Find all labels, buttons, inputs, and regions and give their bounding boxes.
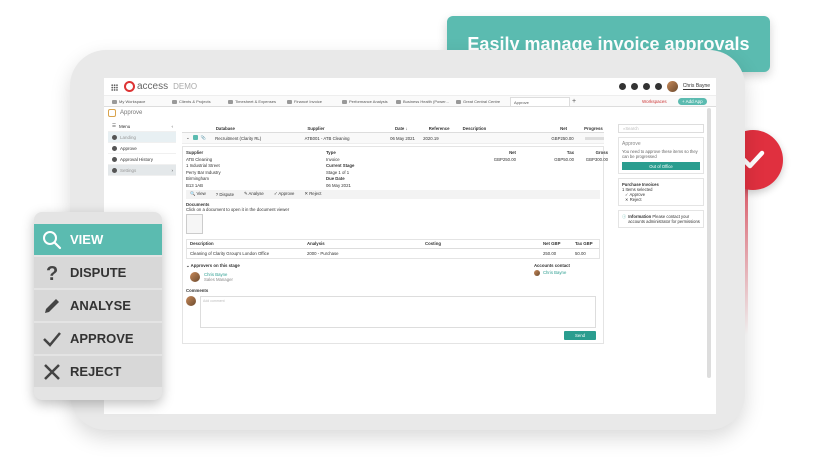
folder-icon (228, 99, 233, 104)
attachment-icon: 📎 (200, 135, 206, 140)
approvers-section: ⌄ Approvers on this stage Chris Bayne Sal… (186, 263, 600, 282)
search-icon (43, 230, 62, 249)
add-app-button[interactable]: + Add App (678, 97, 707, 106)
user-avatar[interactable] (666, 81, 678, 92)
right-panel: ⌕ Search Approve You need to approve the… (618, 124, 704, 228)
folder-icon (456, 99, 461, 104)
panel-reject-action[interactable]: ✕ Reject (625, 197, 700, 202)
table-header: Database Supplier Date ↓ Reference Descr… (182, 124, 604, 133)
question-icon: ? (46, 263, 58, 283)
approve-button[interactable]: ✓ Approve (274, 191, 295, 197)
out-of-office-button[interactable]: Out of Office (622, 162, 700, 170)
contact-name[interactable]: Chris Bayne (543, 270, 566, 275)
info-icon: ⓘ (622, 214, 627, 219)
lines-header: Description Analysis Costing Net GBP Tax… (187, 240, 599, 249)
tab-my-workspace[interactable]: My Workspace (112, 97, 145, 106)
bell-icon[interactable] (642, 83, 650, 90)
logo-text: access (137, 81, 169, 92)
svg-text:?: ? (46, 263, 58, 283)
contact-avatar (533, 269, 540, 276)
access-logo: access DEMO (124, 81, 197, 92)
sidebar-item-approve[interactable]: Approve (108, 143, 176, 154)
tab-approve[interactable]: Approve (510, 97, 570, 106)
folder-icon (396, 99, 401, 104)
menu-item-analyse[interactable]: ANALYSE (34, 290, 162, 321)
tab-bar: My Workspace Clients & Projects Timeshee… (104, 96, 716, 107)
user-name[interactable]: Chris Bayne (682, 83, 710, 90)
purchase-invoices-card: Purchase Invoices 1 Items selected ✓ App… (618, 178, 704, 206)
menu-item-view[interactable]: VIEW (34, 224, 162, 255)
send-button[interactable]: Send (564, 330, 596, 340)
approver-avatar (190, 271, 200, 282)
folder-icon (342, 99, 347, 104)
approver-role: Sales Manager (204, 276, 233, 282)
chevron-down-icon[interactable]: ⌄ (186, 135, 190, 141)
main-content: Database Supplier Date ↓ Reference Descr… (182, 124, 608, 346)
approve-app-icon (108, 109, 116, 117)
hamburger-icon: ☰ (112, 123, 117, 128)
new-tab-button[interactable]: + (572, 97, 576, 106)
pencil-icon (45, 298, 59, 313)
top-right-actions: Chris Bayne (618, 81, 710, 92)
workspaces-button[interactable]: Workspaces (642, 97, 667, 106)
close-icon (44, 363, 60, 380)
scrollbar[interactable] (707, 108, 711, 378)
people-icon[interactable] (618, 83, 626, 90)
page-title: Approve (120, 110, 143, 116)
documents-hint: Click on a document to open it in the do… (186, 206, 290, 212)
invoice-details: Supplier Type Net Tax Gross ATB Cleaning… (182, 146, 608, 344)
sidebar-item-settings[interactable]: Settings › (108, 165, 176, 176)
check-icon (43, 331, 61, 347)
chevron-left-icon: ‹ (171, 123, 174, 129)
commenter-avatar (186, 295, 196, 306)
tab-performance[interactable]: Performance Analysis (342, 97, 388, 106)
check-circle-icon (112, 145, 117, 151)
sidebar: ☰ Menu ‹ Landing Approve Approval History … (108, 121, 176, 185)
approve-card: Approve You need to approve these items … (618, 137, 704, 174)
menu-item-approve[interactable]: APPROVE (34, 323, 162, 354)
table-row[interactable]: ⌄ 📎 Recruitment (Clarity RL) ATB001 - ATB… (182, 133, 604, 144)
tab-clients-projects[interactable]: Clients & Projects (172, 97, 211, 106)
megaphone-icon[interactable] (630, 83, 638, 90)
dispute-button[interactable]: ? Dispute (216, 192, 234, 197)
row-checkbox[interactable] (192, 135, 198, 140)
invoice-lines: Description Analysis Costing Net GBP Tax… (186, 238, 600, 259)
lines-row: Cleaning of Clarity Group's London Offic… (190, 250, 586, 256)
tab-business-health[interactable]: Business Health (Power... (396, 97, 449, 106)
history-icon (112, 156, 117, 162)
tab-finance[interactable]: Financé Invoice (287, 97, 322, 106)
tab-timesheet[interactable]: Timesheet & Expenses (228, 97, 276, 106)
action-toolbar: 🔍 View ? Dispute ✎ Analyse ✓ Approve ✕ R… (186, 189, 600, 199)
tablet-screen: access DEMO Chris Bayne My Workspace Cli… (104, 78, 716, 414)
comment-input[interactable]: Add comment (200, 295, 596, 328)
menu-item-reject[interactable]: REJECT (34, 356, 162, 387)
approvers-label[interactable]: ⌄ Approvers on this stage (186, 263, 240, 269)
home-icon (112, 134, 117, 140)
sidebar-item-landing[interactable]: Landing (108, 132, 176, 143)
menu-item-dispute[interactable]: ? DISPUTE (34, 257, 162, 288)
top-bar: access DEMO Chris Bayne (104, 78, 716, 96)
progress-bar (584, 136, 604, 140)
view-button[interactable]: 🔍 View (190, 191, 206, 197)
sidebar-item-history[interactable]: Approval History (108, 154, 176, 165)
demo-label: DEMO (173, 82, 198, 91)
gear-icon (112, 167, 117, 173)
logo-ring-icon (124, 81, 135, 92)
help-icon[interactable] (654, 83, 662, 90)
action-menu: VIEW ? DISPUTE ANALYSE APPROVE REJECT (34, 212, 162, 400)
document-thumbnail[interactable] (186, 213, 203, 234)
chevron-right-icon: › (171, 167, 174, 173)
analyse-button[interactable]: ✎ Analyse (244, 191, 264, 197)
page-header: Approve (108, 109, 142, 117)
search-input[interactable]: ⌕ Search (618, 124, 704, 133)
app-grid-icon[interactable] (111, 84, 118, 91)
info-box: ⓘ Information Please contact your accoun… (618, 210, 704, 228)
folder-icon (172, 99, 177, 104)
tab-great-central[interactable]: Great Central Centre (456, 97, 500, 106)
accounts-contact-label: Accounts contact (533, 262, 570, 268)
folder-icon (112, 99, 117, 104)
sidebar-menu-toggle[interactable]: ☰ Menu ‹ (108, 121, 176, 132)
folder-icon (287, 99, 292, 104)
reject-button[interactable]: ✕ Reject (304, 191, 321, 197)
